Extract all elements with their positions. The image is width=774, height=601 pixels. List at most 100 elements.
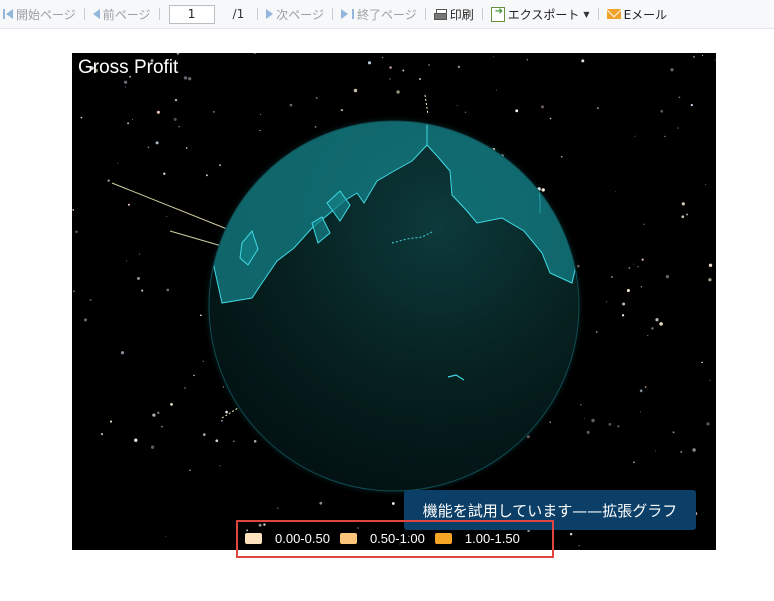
star — [677, 127, 679, 129]
star — [138, 253, 141, 255]
star — [174, 98, 178, 102]
star — [664, 135, 666, 138]
export-button[interactable]: エクスポート ▼ — [488, 3, 593, 25]
printer-icon — [433, 8, 447, 20]
legend-item[interactable]: 1.00-1.50 — [434, 531, 520, 546]
legend-item[interactable]: 0.00-0.50 — [245, 531, 330, 546]
star — [515, 109, 519, 113]
star — [655, 450, 657, 452]
star — [166, 216, 168, 218]
star — [389, 66, 392, 69]
star — [221, 419, 223, 422]
chevron-down-icon: ▼ — [583, 9, 590, 19]
toolbar-divider — [331, 8, 333, 20]
star — [156, 110, 160, 114]
star — [526, 58, 529, 61]
star — [456, 105, 458, 106]
print-label: 印刷 — [449, 7, 474, 22]
star — [680, 450, 683, 453]
star — [578, 545, 580, 547]
star — [193, 374, 195, 377]
star — [83, 318, 88, 322]
star — [714, 59, 716, 61]
star — [259, 129, 261, 132]
star — [637, 266, 639, 268]
star — [381, 56, 384, 59]
star — [107, 179, 110, 182]
legend-swatch — [245, 532, 262, 544]
star — [157, 411, 160, 415]
star — [260, 113, 262, 115]
star — [277, 507, 279, 509]
star — [233, 440, 235, 443]
star — [289, 103, 293, 107]
last-page-button[interactable]: 終了ページ — [338, 3, 420, 25]
star — [464, 111, 467, 113]
star — [692, 448, 696, 452]
star — [595, 331, 598, 333]
star — [188, 77, 192, 81]
star — [353, 88, 358, 93]
star — [681, 202, 685, 206]
star — [183, 76, 188, 80]
star — [586, 430, 590, 434]
star — [150, 445, 155, 449]
star — [314, 126, 317, 128]
star — [89, 298, 92, 302]
star — [617, 425, 620, 428]
star — [396, 90, 400, 94]
print-button[interactable]: 印刷 — [431, 3, 477, 25]
star — [165, 535, 167, 537]
globe-chart[interactable]: Gross Profit 機能を試用しています——拡張グラフ — [72, 53, 716, 550]
star — [705, 184, 706, 185]
star — [681, 215, 685, 219]
toolbar-divider — [424, 8, 426, 20]
star — [708, 263, 713, 268]
star — [670, 68, 674, 72]
star — [643, 223, 645, 225]
toolbar-divider — [257, 8, 259, 20]
first-page-arrow-icon — [6, 9, 13, 19]
star — [155, 141, 159, 145]
star — [100, 433, 104, 436]
star — [163, 172, 166, 175]
star — [621, 314, 625, 317]
email-label: Eメール — [623, 7, 668, 22]
toolbar-divider — [597, 8, 599, 20]
star — [580, 404, 582, 406]
globe-chart-canvas — [72, 53, 716, 547]
export-label: エクスポート — [507, 7, 580, 22]
last-page-arrow-icon — [340, 9, 348, 19]
star — [665, 274, 670, 279]
star — [225, 410, 228, 414]
page-number-input[interactable] — [168, 4, 215, 24]
legend-label: 0.50-1.00 — [369, 530, 425, 546]
star — [692, 55, 695, 58]
next-page-button[interactable]: 次ページ — [263, 3, 327, 25]
star — [626, 288, 630, 293]
star — [125, 260, 127, 262]
star — [634, 135, 636, 137]
star — [185, 147, 188, 149]
star — [608, 422, 612, 426]
email-button[interactable]: Eメール — [604, 3, 671, 25]
last-page-label: 終了ページ — [356, 7, 417, 22]
first-page-button[interactable]: 開始ページ — [0, 3, 79, 25]
star — [202, 433, 206, 436]
star — [606, 301, 608, 303]
star — [127, 122, 130, 125]
star — [202, 360, 204, 362]
prev-page-button[interactable]: 前ページ — [90, 3, 154, 25]
star — [632, 461, 635, 464]
star — [152, 413, 156, 417]
star — [402, 69, 405, 72]
star — [495, 89, 497, 91]
legend-item[interactable]: 0.50-1.00 — [339, 530, 425, 546]
star — [132, 119, 133, 120]
star — [597, 107, 599, 109]
star — [184, 387, 186, 389]
star — [75, 230, 78, 234]
star — [457, 65, 461, 69]
star — [205, 174, 208, 177]
star — [109, 420, 113, 423]
